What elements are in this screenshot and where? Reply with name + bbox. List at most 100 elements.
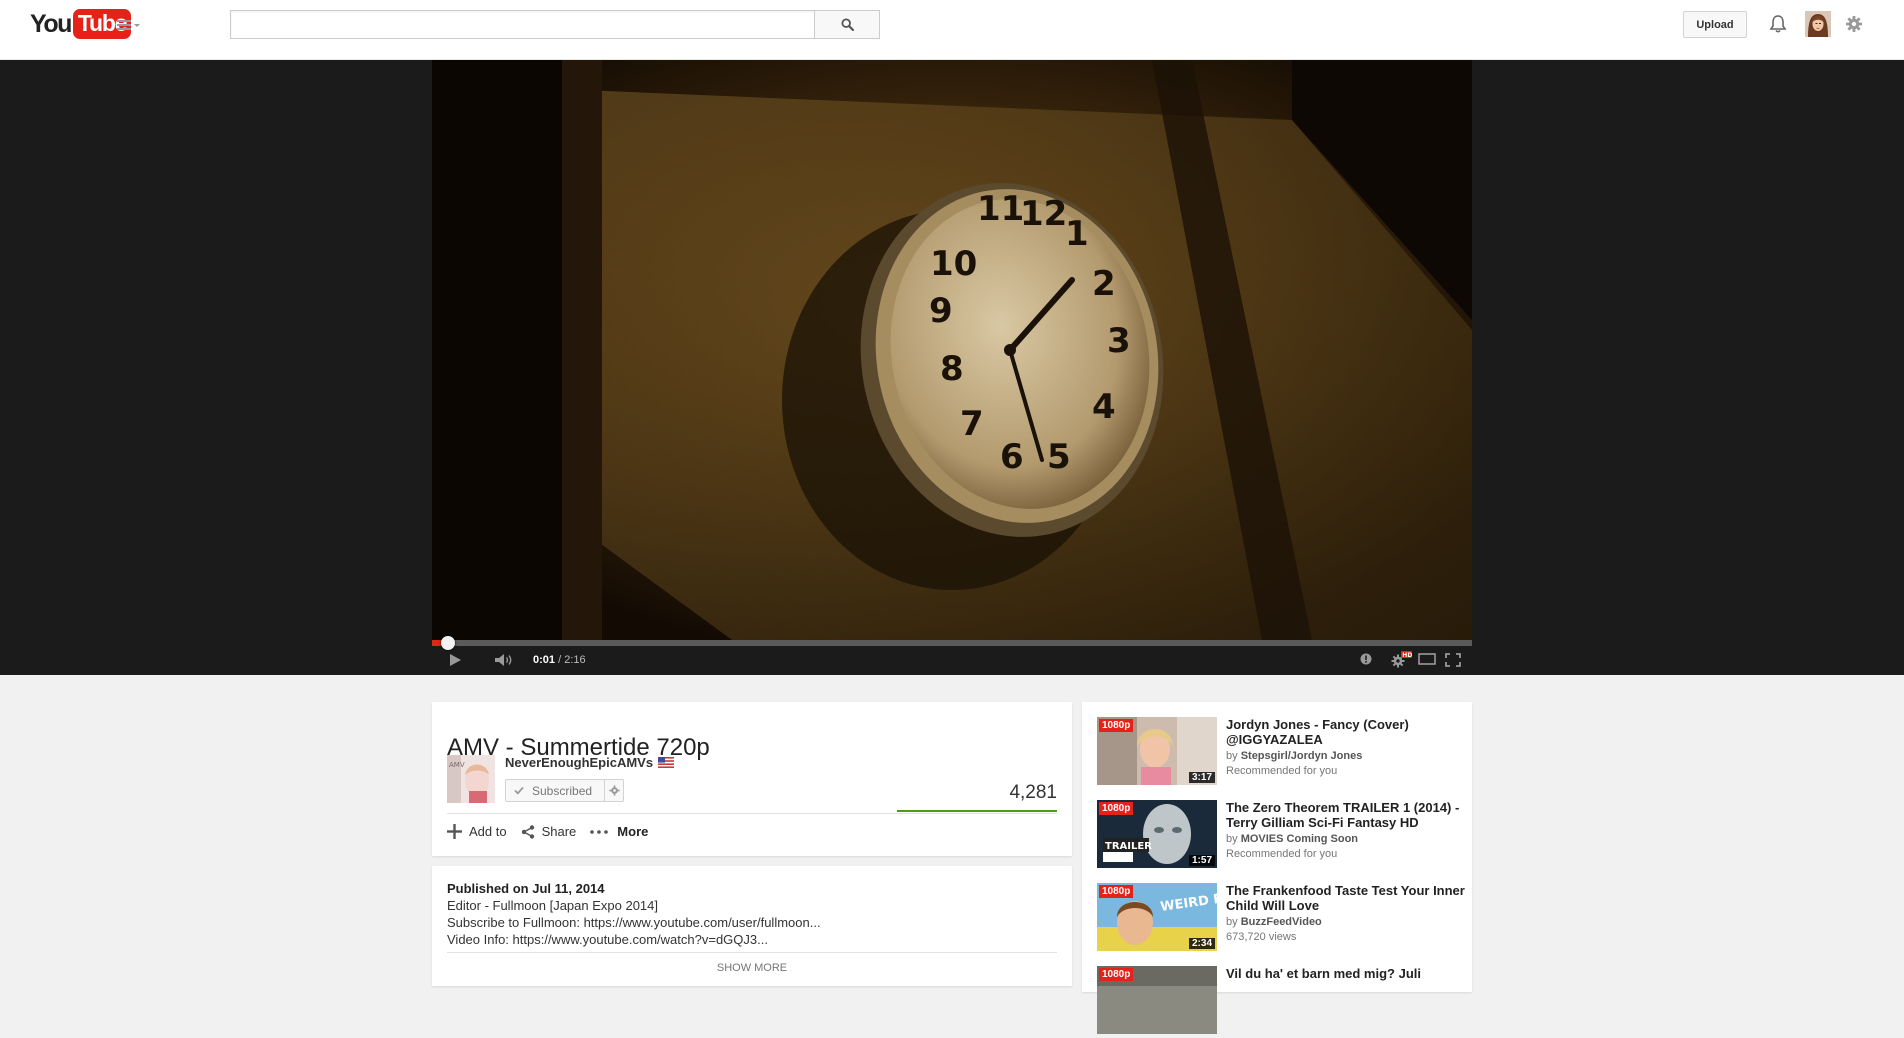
svg-text:10: 10 — [930, 244, 977, 284]
quality-badge: 1080p — [1099, 968, 1134, 981]
video-duration: 1:57 — [1188, 855, 1215, 866]
search-input[interactable] — [231, 11, 815, 38]
chevron-down-icon — [134, 23, 140, 27]
settings-button[interactable]: HD — [1390, 651, 1412, 669]
video-channel-line: by MOVIES Coming Soon — [1226, 833, 1358, 845]
by-prefix: by — [1226, 916, 1241, 928]
video-title[interactable]: Jordyn Jones - Fancy (Cover) @IGGYAZALEA — [1226, 717, 1466, 747]
play-icon — [450, 654, 461, 666]
thumbnail-text: TRAILER — [1105, 841, 1152, 852]
scrubber-handle[interactable] — [441, 636, 455, 650]
share-button[interactable]: Share — [521, 824, 576, 839]
video-title[interactable]: The Zero Theorem TRAILER 1 (2014) - Terr… — [1226, 800, 1466, 830]
description-card: Published on Jul 11, 2014 Editor - Fullm… — [432, 866, 1072, 986]
video-duration: 2:34 — [1188, 938, 1215, 949]
gear-icon: HD — [1391, 651, 1412, 668]
divider — [447, 813, 1057, 814]
channel-avatar[interactable]: AMV — [447, 755, 495, 803]
video-channel-line: by BuzzFeedVideo — [1226, 916, 1322, 928]
svg-text:8: 8 — [940, 349, 964, 389]
time-display: 0:01 / 2:16 — [533, 654, 586, 666]
hd-badge: HD — [1402, 652, 1412, 659]
quality-badge: 1080p — [1099, 885, 1134, 898]
svg-text:5: 5 — [1047, 437, 1071, 477]
subscribed-button[interactable]: Subscribed — [505, 779, 605, 802]
channel-name[interactable]: NeverEnoughEpicAMVs — [505, 755, 653, 770]
subscription-settings-button[interactable] — [604, 779, 624, 802]
published-date: Published on Jul 11, 2014 — [447, 881, 605, 896]
video-frame[interactable]: 11 12 1 2 3 4 5 6 7 8 9 10 — [432, 60, 1472, 640]
fullscreen-icon — [1445, 653, 1461, 667]
volume-button[interactable] — [494, 653, 514, 667]
subscribed-label: Subscribed — [532, 783, 593, 798]
share-icon — [521, 824, 534, 839]
related-video-item[interactable]: 1080p Vil du ha' et barn med mig? Juli — [1097, 966, 1467, 1038]
masthead: You Tube Upload — [0, 0, 1904, 60]
progress-bar[interactable] — [432, 636, 1472, 650]
current-time: 0:01 — [533, 654, 556, 666]
add-to-label: Add to — [469, 824, 507, 839]
video-duration: 3:17 — [1188, 772, 1215, 783]
svg-text:1: 1 — [1065, 214, 1089, 254]
hamburger-bars — [117, 20, 131, 30]
related-video-item[interactable]: 1080p 3:17 Jordyn Jones - Fancy (Cover) … — [1097, 717, 1467, 789]
upload-button[interactable]: Upload — [1683, 11, 1747, 38]
bell-icon[interactable] — [1769, 14, 1787, 34]
divider — [447, 952, 1057, 953]
add-to-button[interactable]: Add to — [447, 824, 507, 839]
svg-text:4: 4 — [1092, 387, 1116, 427]
video-still-clock: 11 12 1 2 3 4 5 6 7 8 9 10 — [432, 60, 1472, 640]
more-label: More — [617, 824, 649, 839]
player-controls: 0:01 / 2:16 HD — [432, 636, 1472, 675]
video-channel[interactable]: Stepsgirl/Jordyn Jones — [1241, 750, 1363, 762]
logo-you-text: You — [30, 9, 72, 38]
video-meta: Recommended for you — [1226, 765, 1338, 777]
video-meta: Recommended for you — [1226, 848, 1338, 860]
svg-text:11: 11 — [977, 189, 1024, 229]
annotations-button[interactable] — [1360, 653, 1372, 665]
video-channel[interactable]: BuzzFeedVideo — [1241, 916, 1322, 928]
related-video-item[interactable]: TRAILER 1080p 1:57 The Zero Theorem TRAI… — [1097, 800, 1467, 872]
video-info-card: AMV - Summertide 720p AMV NeverEnoughEpi… — [432, 702, 1072, 856]
search-icon — [840, 18, 854, 31]
guide-menu-icon[interactable] — [117, 16, 143, 34]
plus-icon — [447, 824, 462, 839]
svg-text:6: 6 — [1000, 437, 1024, 477]
search-button[interactable] — [814, 10, 880, 39]
play-button[interactable] — [448, 653, 462, 667]
annotations-icon — [1360, 653, 1372, 665]
quality-badge: 1080p — [1099, 719, 1134, 732]
svg-text:2: 2 — [1092, 264, 1116, 304]
by-prefix: by — [1226, 833, 1241, 845]
description-link[interactable]: Video Info: https://www.youtube.com/watc… — [447, 932, 768, 947]
theater-mode-button[interactable] — [1418, 653, 1436, 665]
theater-mode-icon — [1418, 653, 1436, 665]
volume-icon — [495, 654, 512, 666]
video-thumbnail[interactable]: TRAILER 1080p 1:57 — [1097, 800, 1217, 868]
more-dots-icon — [590, 829, 609, 834]
show-more-button[interactable]: SHOW MORE — [432, 962, 1072, 974]
video-channel[interactable]: MOVIES Coming Soon — [1241, 833, 1358, 845]
by-prefix: by — [1226, 750, 1241, 762]
duration: / 2:16 — [558, 654, 586, 666]
video-thumbnail[interactable]: 1080p — [1097, 966, 1217, 1034]
gear-icon[interactable] — [1845, 15, 1863, 33]
gear-icon — [608, 785, 620, 796]
svg-text:9: 9 — [929, 291, 953, 331]
more-button[interactable]: More — [590, 824, 648, 839]
view-count: 4,281 — [1009, 782, 1057, 803]
fullscreen-button[interactable] — [1445, 653, 1461, 667]
related-video-item[interactable]: WEIRD FOODS! 1080p 2:34 The Frankenfood … — [1097, 883, 1467, 955]
search-field[interactable] — [230, 10, 815, 39]
video-thumbnail[interactable]: WEIRD FOODS! 1080p 2:34 — [1097, 883, 1217, 951]
video-meta: 673,720 views — [1226, 931, 1297, 943]
video-thumbnail[interactable]: 1080p 3:17 — [1097, 717, 1217, 785]
view-bar — [897, 810, 1057, 812]
video-channel-line: by Stepsgirl/Jordyn Jones — [1226, 750, 1362, 762]
video-title[interactable]: The Frankenfood Taste Test Your Inner Ch… — [1226, 883, 1466, 913]
player-band: 11 12 1 2 3 4 5 6 7 8 9 10 0:01 / 2:16 H… — [0, 60, 1904, 675]
avatar[interactable] — [1805, 11, 1831, 37]
check-icon — [514, 786, 524, 795]
description-line: Editor - Fullmoon [Japan Expo 2014] — [447, 898, 659, 913]
description-link[interactable]: Subscribe to Fullmoon: https://www.youtu… — [447, 915, 821, 930]
